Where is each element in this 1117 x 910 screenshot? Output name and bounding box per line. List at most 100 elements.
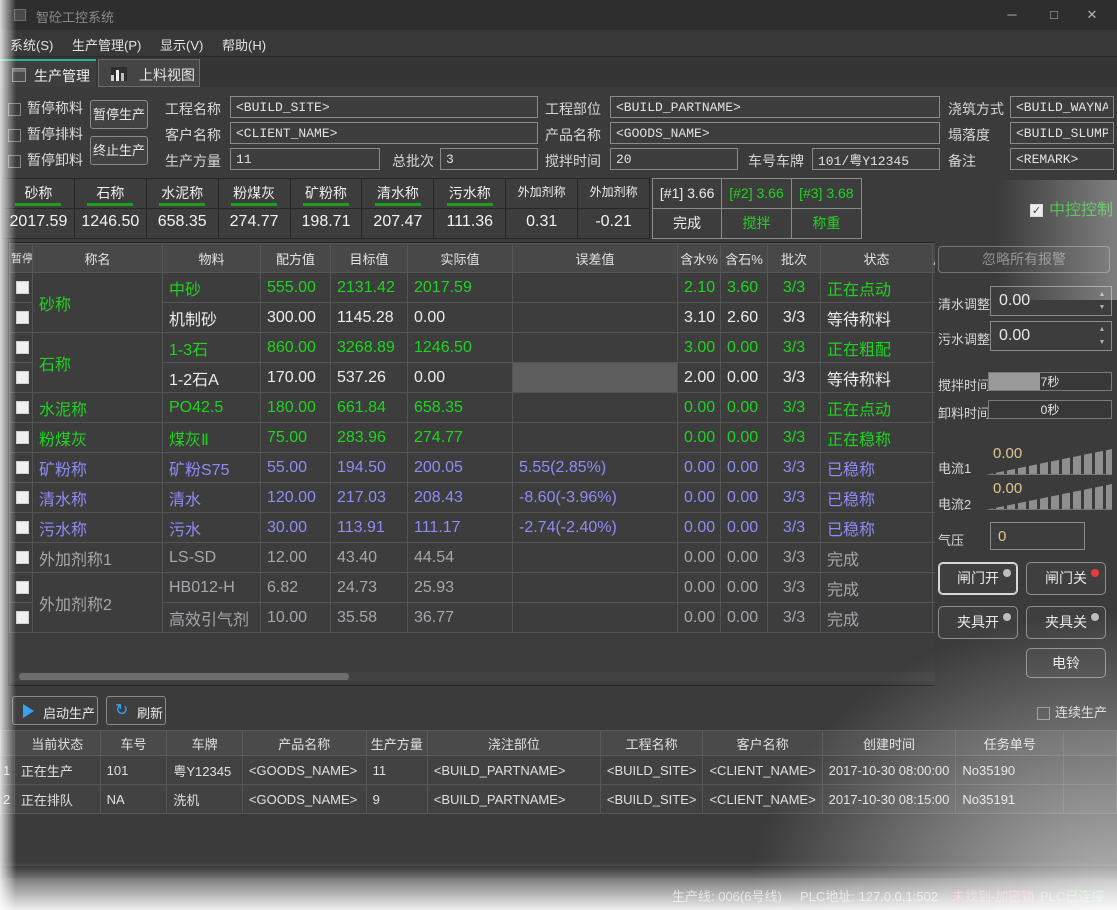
fresh-water-adj-label: 清水调整 — [938, 294, 990, 313]
play-icon — [23, 704, 34, 718]
continuous-production-checkbox[interactable]: 连续生产 — [1037, 702, 1107, 721]
spinner-arrows-icon[interactable]: ▲▼ — [1095, 323, 1109, 349]
clamp-close-button[interactable]: 夹具关 — [1026, 606, 1106, 639]
checkbox-checked-icon[interactable]: ✓ — [1030, 204, 1043, 217]
current2-value: 0.00 — [993, 480, 1022, 497]
plc-address-status: PLC地址: 127.0.0.1:502 — [800, 886, 938, 905]
start-production-button[interactable]: 启动生产 — [12, 696, 98, 725]
indicator-dot-red — [1091, 569, 1099, 577]
table-row[interactable]: 粉煤灰 煤灰Ⅱ 75.00 283.96 274.77 0.00 0.00 3/… — [10, 423, 938, 453]
scale-active-underline — [375, 203, 421, 206]
indicator-dot — [1003, 613, 1011, 621]
current2-label: 电流2 — [938, 494, 971, 513]
row-checkbox[interactable] — [16, 611, 29, 624]
refresh-button[interactable]: ↻ 刷新 — [106, 696, 166, 725]
fresh-water-adj-spinner[interactable]: 0.00 ▲▼ — [990, 286, 1112, 316]
row-checkbox[interactable] — [16, 311, 29, 324]
build-part-input[interactable] — [610, 96, 940, 118]
row-checkbox[interactable] — [16, 341, 29, 354]
row-checkbox[interactable] — [16, 281, 29, 294]
scale-name-cell: 粉煤灰 — [33, 423, 163, 453]
spinner-arrows-icon[interactable]: ▲▼ — [1095, 288, 1109, 314]
mixer-1-weight: [#1] 3.66 — [653, 179, 722, 209]
form-icon — [12, 68, 26, 82]
central-control-checkbox[interactable]: ✓中控控制 — [1030, 196, 1113, 220]
title-bar: 智砼工控系统 ─ □ ✕ — [0, 0, 1117, 30]
mixer-3-state: 称重 — [792, 209, 861, 238]
table-row[interactable]: 清水称 清水 120.00 217.03 208.43 -8.60(-3.96%… — [10, 483, 938, 513]
pause-discharging-checkbox[interactable]: 暂停排料 — [8, 124, 83, 144]
row-checkbox[interactable] — [16, 371, 29, 384]
clamp-open-button[interactable]: 夹具开 — [938, 606, 1018, 639]
ignore-all-alarms-button[interactable]: 忽略所有报警 — [938, 246, 1110, 273]
checkbox-icon[interactable] — [1037, 707, 1050, 720]
minimize-icon[interactable]: ─ — [995, 4, 1029, 26]
row-checkbox[interactable] — [16, 431, 29, 444]
client-input[interactable] — [230, 122, 538, 144]
checkbox-icon[interactable] — [8, 129, 21, 142]
truck-input[interactable] — [812, 148, 940, 170]
row-checkbox[interactable] — [16, 551, 29, 564]
goods-input[interactable] — [610, 122, 940, 144]
waste-water-adj-spinner[interactable]: 0.00 ▲▼ — [990, 321, 1112, 351]
volume-label: 生产方量 — [165, 151, 221, 171]
production-line-status: 生产线: 006(6号线) — [672, 886, 782, 905]
mix-time-input[interactable] — [610, 148, 738, 170]
tab-feeding-view[interactable]: 上料视图 — [98, 59, 200, 87]
scale-active-underline — [87, 203, 133, 206]
batches-input[interactable] — [440, 148, 538, 170]
gate-open-button[interactable]: 闸门开 — [938, 562, 1018, 595]
menu-system[interactable]: 系统(S) — [10, 35, 53, 54]
pressure-input[interactable] — [990, 522, 1085, 550]
maximize-icon[interactable]: □ — [1037, 4, 1071, 26]
scale-active-underline — [159, 203, 205, 206]
row-checkbox[interactable] — [16, 401, 29, 414]
build-way-input[interactable] — [1010, 96, 1114, 118]
table-row[interactable]: 矿粉称 矿粉S75 55.00 194.50 200.05 5.55(2.85%… — [10, 453, 938, 483]
table-row[interactable]: 石称 1-3石 860.00 3268.89 1246.50 3.00 0.00… — [10, 333, 938, 363]
pause-weighing-checkbox[interactable]: 暂停称料 — [8, 98, 83, 118]
menu-display[interactable]: 显示(V) — [160, 35, 203, 54]
table-row[interactable]: 砂称 中砂 555.00 2131.42 2017.59 2.10 3.60 3… — [10, 273, 938, 303]
bell-button[interactable]: 电铃 — [1026, 648, 1106, 678]
stop-production-button[interactable]: 终止生产 — [90, 136, 148, 165]
volume-input[interactable] — [230, 148, 380, 170]
checkbox-icon[interactable] — [8, 155, 21, 168]
task-row[interactable]: 2 正在排队 NA 洗机 <GOODS_NAME> 9 <BUILD_PARTN… — [1, 785, 1117, 814]
row-checkbox[interactable] — [16, 491, 29, 504]
scrollbar-thumb[interactable] — [19, 673, 349, 680]
pause-production-button[interactable]: 暂停生产 — [90, 100, 148, 129]
row-checkbox[interactable] — [16, 581, 29, 594]
selected-cell — [513, 363, 678, 393]
pause-unloading-checkbox[interactable]: 暂停卸料 — [8, 150, 83, 170]
table-row[interactable]: 污水称 污水 30.00 113.91 111.17 -2.74(-2.40%)… — [10, 513, 938, 543]
scale-flyash: 粉煤灰274.77 — [219, 179, 290, 238]
tab-bar: 生产管理 上料视图 — [0, 57, 1117, 87]
app-icon — [14, 9, 26, 21]
table-row[interactable]: 外加剂称1 LS-SD 12.00 43.40 44.54 0.00 0.00 … — [10, 543, 938, 573]
waste-water-adj-label: 污水调整 — [938, 329, 990, 348]
menu-help[interactable]: 帮助(H) — [222, 35, 266, 54]
gate-close-button[interactable]: 闸门关 — [1026, 562, 1106, 595]
indicator-dot — [1003, 569, 1011, 577]
mixer-status-box: [#1] 3.66 [#2] 3.66 [#3] 3.68 完成 搅拌 称重 — [652, 178, 862, 239]
row-checkbox[interactable] — [16, 461, 29, 474]
build-site-input[interactable] — [230, 96, 538, 118]
batching-table-container: 暂停称料 称名 物料 配方值 目标值 实际值 误差值 含水% 含石% 批次 状态… — [8, 242, 937, 686]
close-icon[interactable]: ✕ — [1075, 4, 1109, 26]
checkbox-icon[interactable] — [8, 103, 21, 116]
menu-production[interactable]: 生产管理(P) — [72, 35, 141, 54]
tab-production-management[interactable]: 生产管理 — [0, 59, 96, 87]
scale-name-cell: 水泥称 — [33, 393, 163, 423]
task-row[interactable]: 1 正在生产 101 粤Y12345 <GOODS_NAME> 11 <BUIL… — [1, 756, 1117, 785]
slump-input[interactable] — [1010, 122, 1114, 144]
remark-input[interactable] — [1010, 148, 1114, 170]
client-label: 客户名称 — [165, 125, 221, 145]
horizontal-scrollbar[interactable] — [11, 672, 934, 681]
scale-name-cell: 外加剂称1 — [33, 543, 163, 573]
table-row[interactable]: 水泥称 PO42.5 180.00 661.84 658.35 0.00 0.0… — [10, 393, 938, 423]
indicator-dot — [1091, 613, 1099, 621]
row-checkbox[interactable] — [16, 521, 29, 534]
menu-bar: 系统(S) 生产管理(P) 显示(V) 帮助(H) — [0, 30, 1117, 57]
table-row[interactable]: 外加剂称2 HB012-H 6.82 24.73 25.93 0.00 0.00… — [10, 573, 938, 603]
